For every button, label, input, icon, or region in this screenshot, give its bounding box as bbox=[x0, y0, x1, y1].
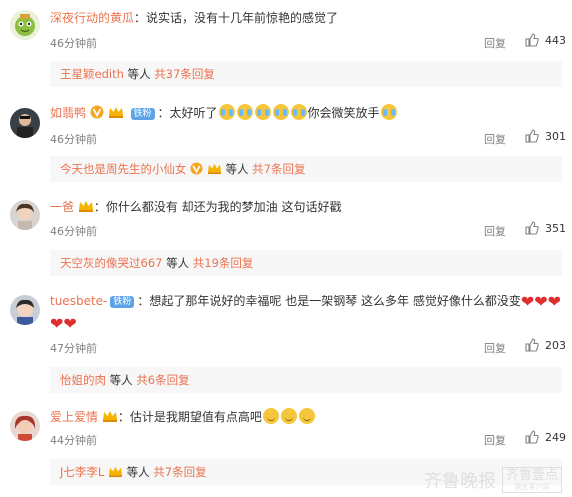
comment-text-continued: 你会微笑放手 bbox=[307, 106, 380, 120]
comment-time: 44分钟前 bbox=[50, 434, 97, 447]
heart-emoji-icon: ❤ bbox=[520, 292, 535, 311]
smile-emoji-icon bbox=[280, 408, 297, 424]
watermark-text: 齐鲁晚报 bbox=[423, 471, 496, 492]
comment-item: 深夜行动的黄瓜：说实话，没有十几年前惊艳的感觉了 46分钟前 回复 443 王星… bbox=[0, 0, 572, 88]
comment-username[interactable]: 如翡鸭 bbox=[50, 106, 86, 120]
vip-v-icon bbox=[190, 162, 203, 175]
like-count: 443 bbox=[545, 33, 566, 47]
heart-emoji-icon: ❤ bbox=[50, 314, 64, 333]
comment-item: 一爸 ：你什么都没有 却还为我的梦加油 这句话好戳 46分钟前 回复 351 天… bbox=[0, 194, 572, 282]
comment-time: 46分钟前 bbox=[50, 37, 97, 50]
like-button[interactable]: 301 bbox=[525, 129, 566, 143]
reply-button[interactable]: 回复 bbox=[484, 340, 506, 356]
fan-badge: 铁粉 bbox=[110, 296, 135, 308]
comment-username[interactable]: 一爸 bbox=[50, 200, 74, 214]
thumbs-up-icon bbox=[525, 221, 539, 235]
comment-text: ：估计是我期望值有点高吧 bbox=[117, 410, 262, 424]
fan-badge: 铁粉 bbox=[130, 108, 155, 120]
comment-text: ：太好听了 bbox=[157, 106, 218, 120]
avatar[interactable] bbox=[10, 10, 40, 40]
comment-item: 如翡鸭 铁粉 ：太好听了 你会微笑放手 46分钟前 回复 301 今天也是周先生的小… bbox=[0, 97, 572, 185]
reply-summary[interactable]: 天空灰的像哭过667 等人 共19条回复 bbox=[50, 250, 562, 276]
crying-emoji-icon bbox=[254, 104, 271, 120]
comment-text: ：说实话，没有十几年前惊艳的感觉了 bbox=[134, 11, 339, 25]
crying-emoji-icon bbox=[236, 104, 253, 120]
reply-summary-user[interactable]: 王星颖edith bbox=[60, 67, 124, 81]
thumbs-up-icon bbox=[525, 338, 539, 352]
reply-button[interactable]: 回复 bbox=[484, 223, 506, 239]
reply-summary-text: 等人 bbox=[221, 162, 253, 176]
crying-emoji-icon bbox=[380, 104, 397, 120]
watermark-box: 齐鲁壹点 融化客户端 bbox=[501, 467, 562, 493]
comment-username[interactable]: 爱上爱情 bbox=[50, 410, 98, 424]
reply-summary[interactable]: 王星颖edith 等人 共37条回复 bbox=[50, 61, 562, 87]
reply-count-link[interactable]: 共37条回复 bbox=[154, 67, 215, 81]
reply-summary-text: 等人 bbox=[122, 465, 154, 479]
like-button[interactable]: 249 bbox=[525, 430, 566, 444]
gold-crown-icon bbox=[207, 163, 221, 175]
reply-count-link[interactable]: 共6条回复 bbox=[136, 373, 189, 387]
like-count: 301 bbox=[545, 129, 566, 143]
heart-emoji-icon: ❤ bbox=[534, 292, 548, 311]
comment-text: ：你什么都没有 却还为我的梦加油 这句话好戳 bbox=[93, 200, 342, 214]
gold-crown-icon bbox=[108, 107, 123, 118]
reply-count-link[interactable]: 共7条回复 bbox=[252, 162, 305, 176]
watermark-logo: 齐鲁晚报 齐鲁壹点 融化客户端 bbox=[424, 467, 562, 493]
reply-summary[interactable]: 今天也是周先生的小仙女 等人 共7条回复 bbox=[50, 156, 562, 182]
reply-summary-user[interactable]: 天空灰的像哭过667 bbox=[60, 256, 162, 270]
smile-emoji-icon bbox=[298, 408, 315, 424]
reply-summary[interactable]: 怡姐的肉 等人 共6条回复 bbox=[50, 367, 562, 393]
comment-time: 46分钟前 bbox=[50, 133, 97, 146]
like-button[interactable]: 351 bbox=[525, 221, 566, 235]
avatar[interactable] bbox=[10, 411, 40, 441]
reply-summary-user[interactable]: 今天也是周先生的小仙女 bbox=[60, 162, 187, 176]
gold-crown-icon bbox=[78, 201, 93, 212]
heart-emoji-icon: ❤ bbox=[547, 292, 562, 311]
crying-emoji-icon bbox=[290, 104, 307, 120]
heart-emoji-icon: ❤ bbox=[63, 314, 77, 333]
watermark-box-text: 齐鲁壹点 bbox=[505, 468, 558, 483]
avatar[interactable] bbox=[10, 200, 40, 230]
reply-count-link[interactable]: 共7条回复 bbox=[153, 465, 206, 479]
reply-summary-text: 等人 bbox=[162, 256, 193, 270]
watermark-box-sub: 融化客户端 bbox=[514, 483, 550, 491]
like-count: 249 bbox=[545, 430, 566, 444]
comment-time: 47分钟前 bbox=[50, 342, 97, 355]
smile-emoji-icon bbox=[262, 408, 279, 424]
like-button[interactable]: 203 bbox=[525, 338, 566, 352]
reply-summary-text: 等人 bbox=[106, 373, 137, 387]
comment-username[interactable]: tuesbete- bbox=[50, 294, 107, 308]
avatar[interactable] bbox=[10, 295, 40, 325]
crying-emoji-icon bbox=[272, 104, 289, 120]
avatar[interactable] bbox=[10, 108, 40, 138]
thumbs-up-icon bbox=[525, 430, 539, 444]
comment-time: 46分钟前 bbox=[50, 225, 97, 238]
gold-crown-icon bbox=[108, 466, 122, 478]
reply-count-link[interactable]: 共19条回复 bbox=[193, 256, 254, 270]
reply-summary-user[interactable]: 怡姐的肉 bbox=[60, 373, 106, 387]
gold-crown-icon bbox=[102, 411, 117, 422]
like-button[interactable]: 443 bbox=[525, 33, 566, 47]
like-count: 351 bbox=[545, 221, 566, 235]
thumbs-up-icon bbox=[525, 33, 539, 47]
reply-summary-user[interactable]: J七李李L bbox=[60, 465, 104, 479]
reply-button[interactable]: 回复 bbox=[484, 35, 506, 51]
comment-text: ：想起了那年说好的幸福呢 也是一架钢琴 这么多年 感觉好像什么都没变 bbox=[137, 294, 521, 308]
thumbs-up-icon bbox=[525, 129, 539, 143]
reply-summary-text: 等人 bbox=[123, 67, 155, 81]
like-count: 203 bbox=[545, 338, 566, 352]
reply-button[interactable]: 回复 bbox=[484, 432, 506, 448]
comment-username[interactable]: 深夜行动的黄瓜 bbox=[50, 11, 134, 25]
crying-emoji-icon bbox=[218, 104, 235, 120]
comment-item: tuesbete- 铁粉 ：想起了那年说好的幸福呢 也是一架钢琴 这么多年 感觉好像… bbox=[0, 287, 572, 397]
reply-button[interactable]: 回复 bbox=[484, 131, 506, 147]
vip-v-icon bbox=[90, 105, 104, 119]
